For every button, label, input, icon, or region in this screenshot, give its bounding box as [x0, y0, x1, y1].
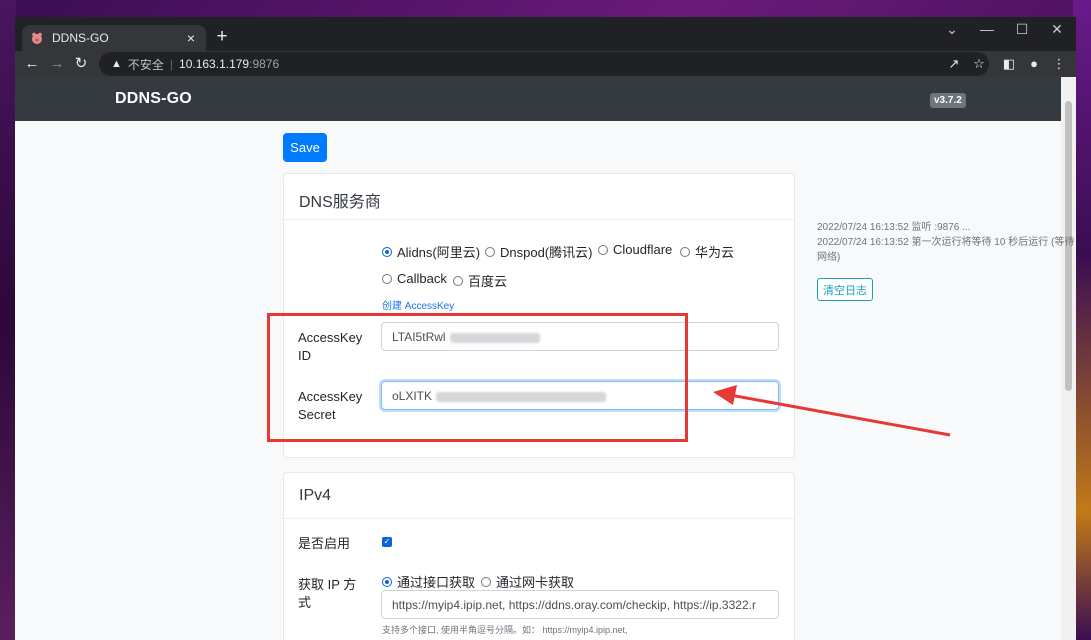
url-port: :9876	[249, 57, 280, 71]
create-accesskey-link[interactable]: 创建 AccessKey	[382, 297, 454, 312]
ip-method-label: 获取 IP 方 式	[298, 576, 356, 612]
label-line: 式	[298, 595, 312, 610]
url-host: 10.163.1.179	[179, 57, 250, 71]
radio-dnspod[interactable]: Dnspod(腾讯云)	[485, 242, 592, 261]
radio-label: 百度云	[468, 274, 508, 289]
log-line: 2022/07/24 16:13:52 第一次运行将等待 10 秒后运行 (等待	[817, 237, 1075, 248]
window-close-icon[interactable]: ✕	[1047, 21, 1067, 38]
radio-label: 通过接口获取	[397, 575, 476, 590]
menu-kebab-icon[interactable]: ⋮	[1050, 55, 1068, 73]
brand-title[interactable]: DDNS-GO	[115, 90, 192, 108]
side-panel-icon[interactable]: ◧	[1000, 55, 1018, 73]
address-bar[interactable]: ▲ 不安全 | 10.163.1.179 :9876	[99, 52, 989, 76]
browser-window: DDNS-GO × + ⌄ — ☐ ✕ ← → ↻ ▲ 不安全 | 10.163…	[15, 17, 1076, 640]
maximize-icon[interactable]: ☐	[1012, 21, 1032, 38]
version-badge: v3.7.2	[930, 93, 966, 108]
back-arrow-icon[interactable]: ←	[22, 54, 42, 74]
radio-label: Dnspod(腾讯云)	[500, 245, 593, 260]
warning-triangle-icon[interactable]: ▲	[111, 58, 122, 70]
insecure-label: 不安全	[127, 57, 164, 72]
address-separator: |	[169, 57, 174, 71]
bookmark-star-icon[interactable]: ☆	[970, 55, 988, 73]
forward-arrow-icon[interactable]: →	[47, 54, 67, 74]
radio-label: 华为云	[695, 245, 735, 260]
clear-log-button[interactable]: 清空日志	[817, 278, 873, 301]
tab-strip: DDNS-GO × + ⌄ — ☐ ✕	[15, 17, 1076, 51]
reload-icon[interactable]: ↻	[71, 54, 91, 74]
radio-dot[interactable]	[598, 244, 608, 255]
browser-tab-ddns-go[interactable]: DDNS-GO ×	[22, 25, 206, 51]
radio-label: Cloudflare	[613, 242, 673, 257]
tab-title: DDNS-GO	[52, 31, 109, 45]
ipv4-enable-checkbox[interactable]: ✓	[382, 537, 392, 547]
pig-favicon-icon	[30, 31, 44, 45]
profile-icon[interactable]: ●	[1025, 55, 1043, 73]
ip-api-url-input[interactable]: https://myip4.ipip.net, https://ddns.ora…	[381, 590, 779, 619]
radio-dot-checked[interactable]	[382, 576, 392, 587]
page-scrollbar[interactable]	[1061, 77, 1076, 640]
app-navbar: DDNS-GO v3.7.2	[15, 77, 1061, 121]
ip-api-help-text: 支持多个接口, 使用半角逗号分隔。如： https://myip4.ipip.n…	[382, 625, 628, 635]
browser-toolbar: ← → ↻ ▲ 不安全 | 10.163.1.179 :9876 ↗ ☆ ◧ ●…	[15, 51, 1076, 77]
minimize-icon[interactable]: —	[977, 21, 997, 37]
log-line: 2022/07/24 16:13:52 监听 :9876 ...	[817, 222, 971, 233]
desktop-background-left	[0, 0, 16, 640]
ipv4-card-title: IPv4	[284, 473, 794, 519]
radio-label: Callback	[397, 271, 447, 286]
log-line: 网络)	[817, 252, 841, 263]
radio-dot[interactable]	[481, 576, 491, 587]
label-line: 获取 IP 方	[298, 577, 357, 592]
share-icon[interactable]: ↗	[945, 55, 963, 73]
new-tab-button[interactable]: +	[214, 26, 230, 48]
radio-label: 通过网卡获取	[496, 575, 575, 590]
tab-close-icon[interactable]: ×	[184, 30, 198, 46]
radio-ip-by-api[interactable]: 通过接口获取	[382, 572, 475, 591]
radio-ip-by-nic[interactable]: 通过网卡获取	[481, 572, 574, 591]
save-button[interactable]: Save	[283, 133, 327, 162]
radio-dot[interactable]	[453, 275, 463, 286]
ipv4-enable-label: 是否启用	[298, 536, 351, 551]
radio-dot-checked[interactable]	[382, 246, 392, 257]
tab-search-chevron-icon[interactable]: ⌄	[942, 21, 962, 38]
annotation-highlight-box	[267, 313, 688, 442]
radio-cloudflare[interactable]: Cloudflare	[598, 242, 672, 257]
radio-label: Alidns(阿里云)	[397, 245, 481, 260]
radio-dot[interactable]	[382, 273, 392, 284]
radio-callback[interactable]: Callback	[382, 271, 447, 286]
radio-dot[interactable]	[485, 246, 495, 257]
radio-huawei[interactable]: 华为云	[680, 242, 734, 261]
dns-card-title: DNS服务商	[284, 174, 794, 220]
radio-dot[interactable]	[680, 246, 690, 257]
radio-baidu[interactable]: 百度云	[453, 271, 507, 290]
radio-alidns[interactable]: Alidns(阿里云)	[382, 242, 480, 261]
